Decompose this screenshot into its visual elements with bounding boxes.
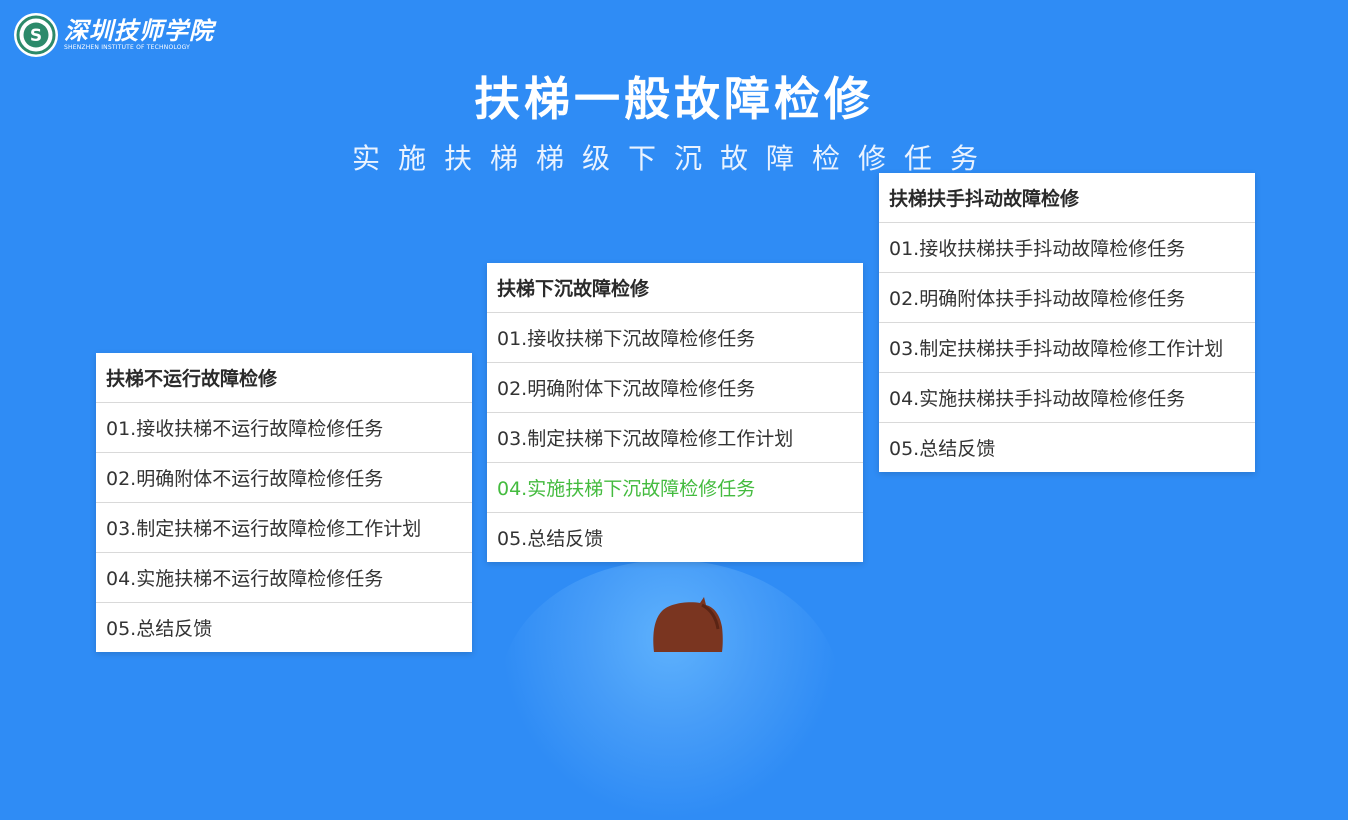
page-subtitle: 实施扶梯梯级下沉故障检修任务 xyxy=(351,142,996,175)
list-item[interactable]: 05.总结反馈 xyxy=(487,513,863,562)
list-item[interactable]: 03.制定扶梯不运行故障检修工作计划 xyxy=(96,503,472,553)
card-header: 扶梯扶手抖动故障检修 xyxy=(879,173,1255,223)
school-logo: S 深圳技师学院 SHENZHEN INSTITUTE OF TECHNOLOG… xyxy=(14,13,214,57)
card-header: 扶梯不运行故障检修 xyxy=(96,353,472,403)
list-item[interactable]: 02.明确附体不运行故障检修任务 xyxy=(96,453,472,503)
card-handrail-shake-repair: 扶梯扶手抖动故障检修 01.接收扶梯扶手抖动故障检修任务 02.明确附体扶手抖动… xyxy=(879,173,1255,472)
list-item[interactable]: 04.实施扶梯不运行故障检修任务 xyxy=(96,553,472,603)
character-head-icon xyxy=(653,597,723,652)
school-seal-icon: S xyxy=(14,13,58,57)
list-item[interactable]: 03.制定扶梯扶手抖动故障检修工作计划 xyxy=(879,323,1255,373)
list-item[interactable]: 03.制定扶梯下沉故障检修工作计划 xyxy=(487,413,863,463)
list-item[interactable]: 01.接收扶梯不运行故障检修任务 xyxy=(96,403,472,453)
list-item[interactable]: 02.明确附体下沉故障检修任务 xyxy=(487,363,863,413)
page-title: 扶梯一般故障检修 xyxy=(474,72,874,126)
list-item[interactable]: 02.明确附体扶手抖动故障检修任务 xyxy=(879,273,1255,323)
list-item[interactable]: 05.总结反馈 xyxy=(96,603,472,652)
school-name: 深圳技师学院 xyxy=(64,16,214,45)
card-sinking-repair: 扶梯下沉故障检修 01.接收扶梯下沉故障检修任务 02.明确附体下沉故障检修任务… xyxy=(487,263,863,562)
school-name-english: SHENZHEN INSTITUTE OF TECHNOLOGY xyxy=(64,44,191,51)
card-not-running-repair: 扶梯不运行故障检修 01.接收扶梯不运行故障检修任务 02.明确附体不运行故障检… xyxy=(96,353,472,652)
logo-text: 深圳技师学院 SHENZHEN INSTITUTE OF TECHNOLOGY xyxy=(64,19,214,51)
seal-letter: S xyxy=(30,26,42,46)
list-item-active[interactable]: 04.实施扶梯下沉故障检修任务 xyxy=(487,463,863,513)
list-item[interactable]: 01.接收扶梯扶手抖动故障检修任务 xyxy=(879,223,1255,273)
list-item[interactable]: 05.总结反馈 xyxy=(879,423,1255,472)
card-header: 扶梯下沉故障检修 xyxy=(487,263,863,313)
list-item[interactable]: 01.接收扶梯下沉故障检修任务 xyxy=(487,313,863,363)
seal-graphic: S xyxy=(16,15,56,55)
list-item[interactable]: 04.实施扶梯扶手抖动故障检修任务 xyxy=(879,373,1255,423)
